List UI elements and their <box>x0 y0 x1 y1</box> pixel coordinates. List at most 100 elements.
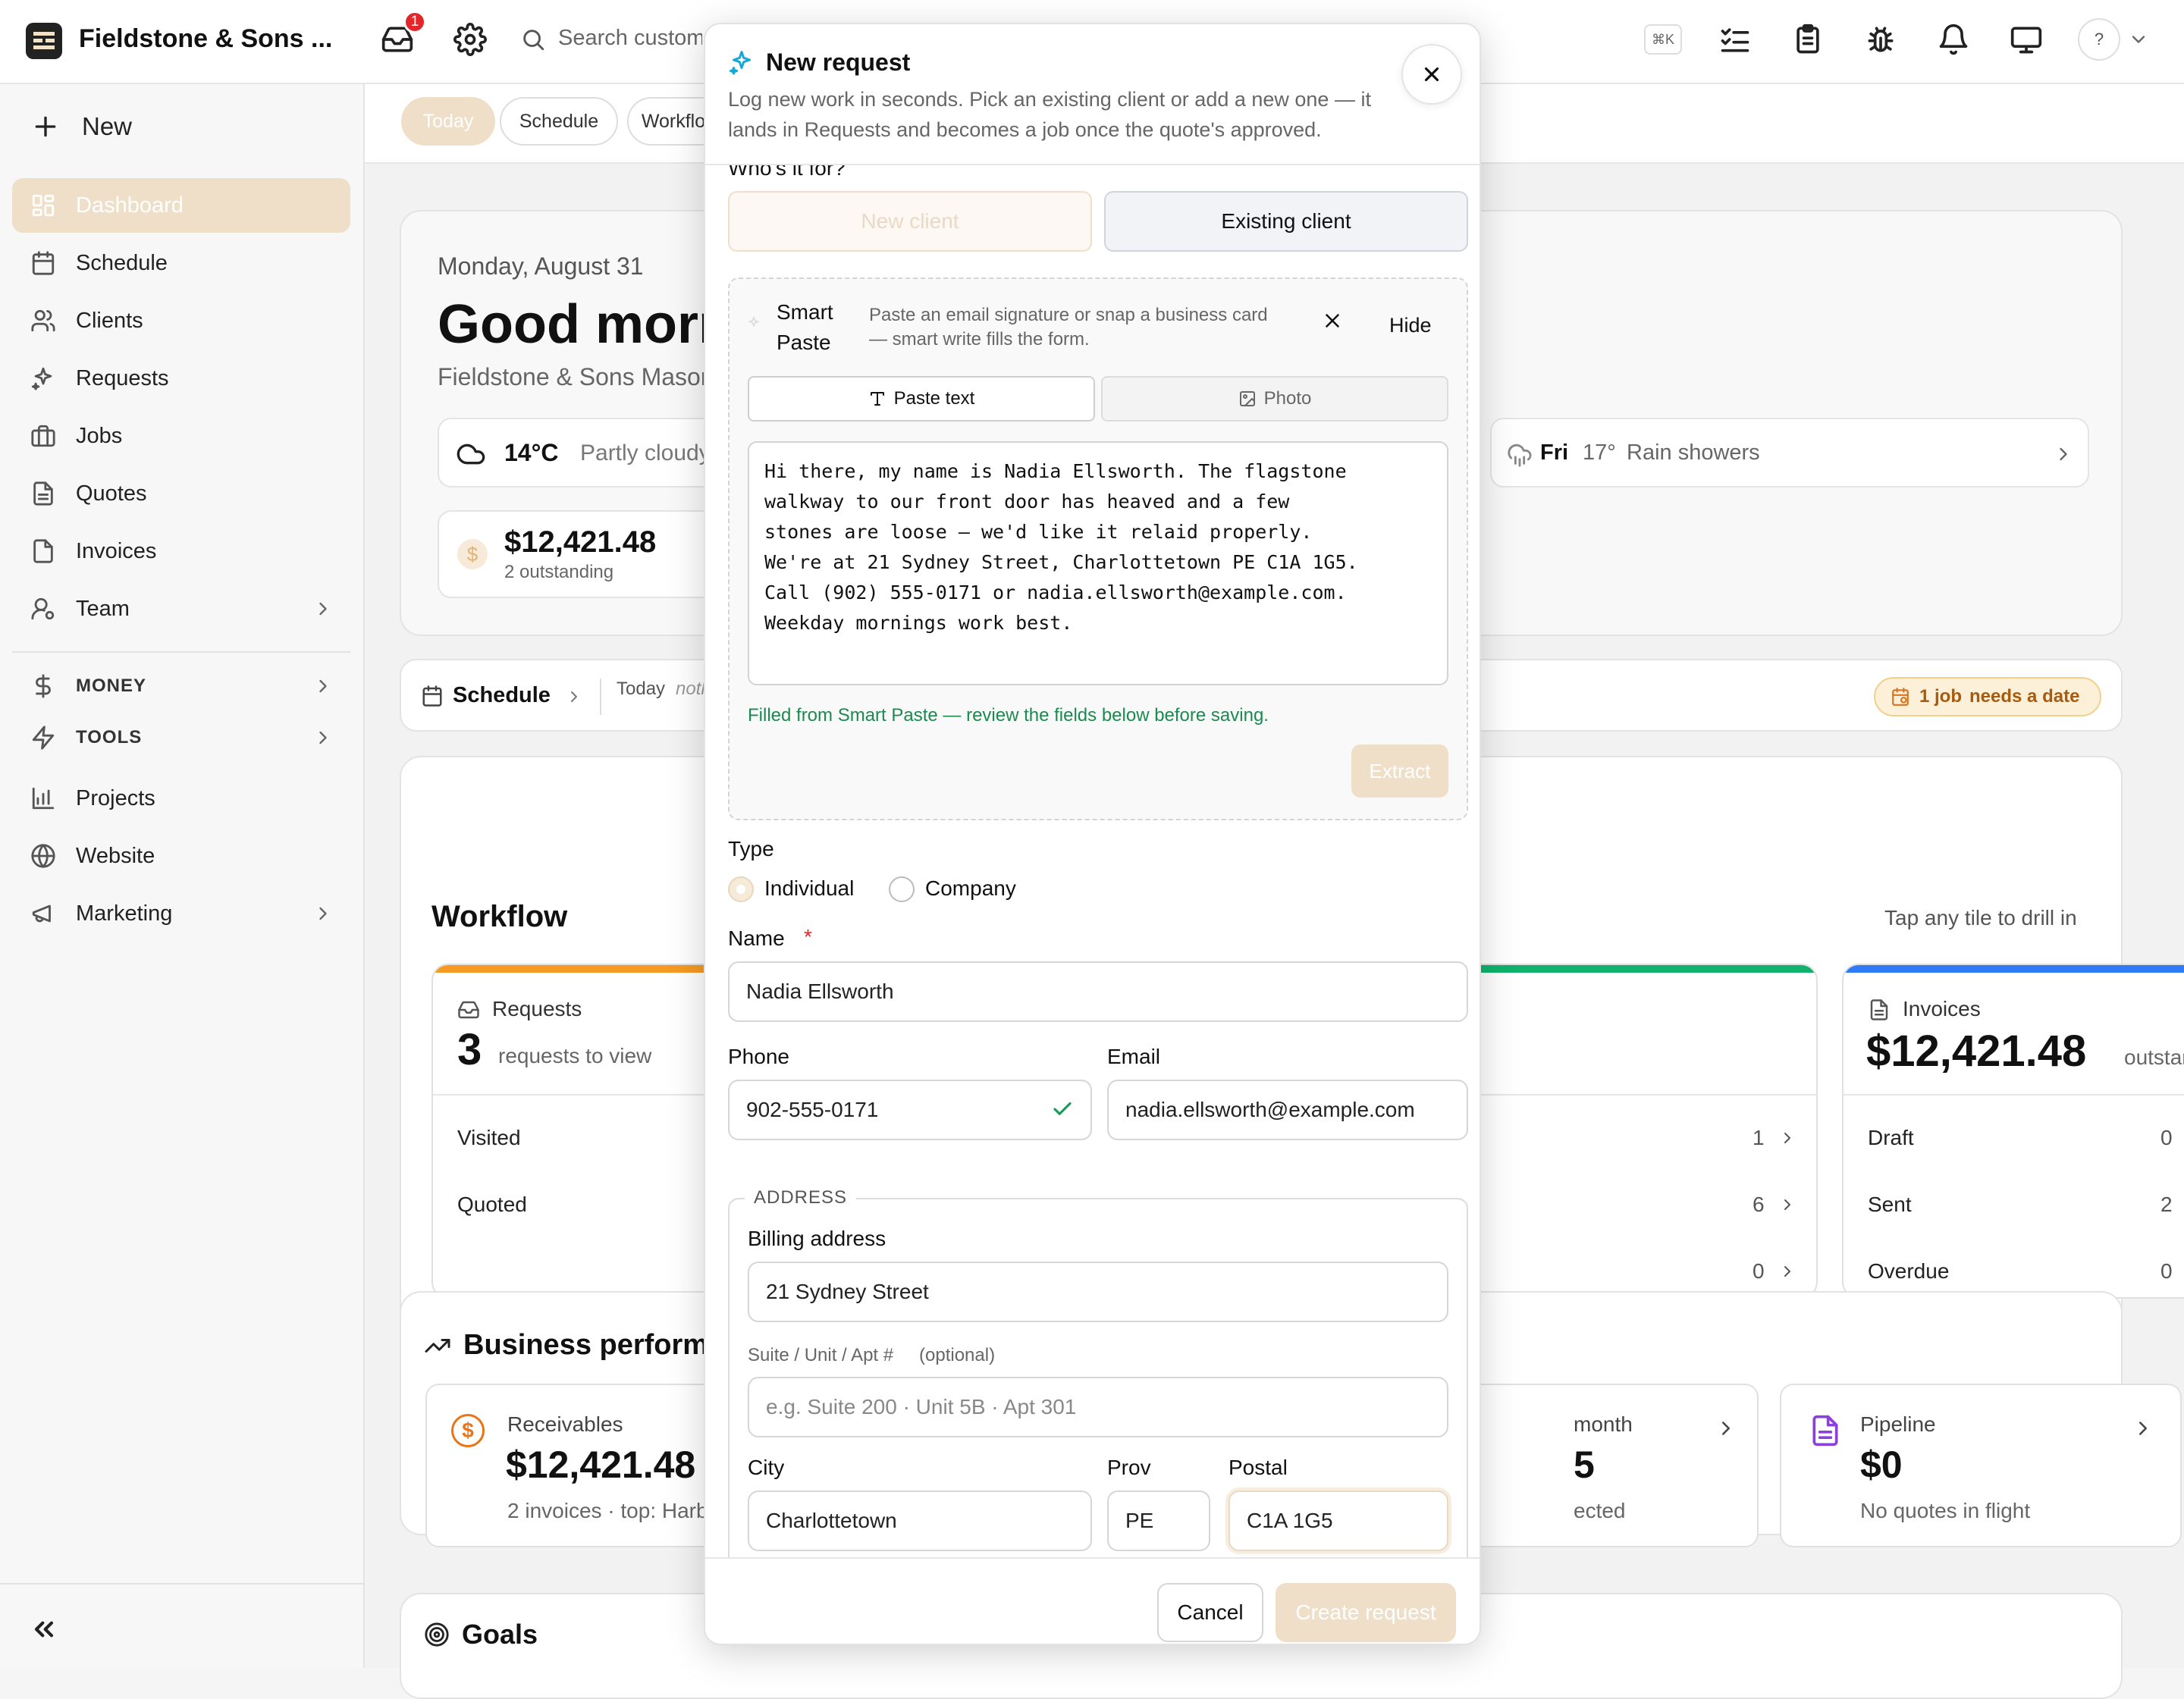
close-button[interactable] <box>1401 44 1462 105</box>
sidebar-item-dashboard[interactable]: Dashboard <box>12 178 350 233</box>
lightning-icon <box>32 726 55 750</box>
calendar-icon <box>422 685 442 707</box>
new-button[interactable]: New <box>30 111 132 142</box>
modal-footer-divider <box>705 1557 1480 1559</box>
jobs-row-value[interactable]: 6 <box>1753 1193 1765 1217</box>
chevron-down-icon[interactable] <box>2128 29 2149 50</box>
monitor-icon[interactable] <box>2010 23 2043 56</box>
pipeline-amount: $0 <box>1860 1444 1903 1486</box>
new-client-button[interactable]: New client <box>728 191 1092 252</box>
postal-field[interactable]: C1A 1G5 <box>1228 1491 1448 1551</box>
cancel-button[interactable]: Cancel <box>1157 1583 1263 1642</box>
sidebar-section-tools[interactable]: TOOLS <box>12 715 350 760</box>
jobs-tile[interactable]: 1 6 0 <box>1448 964 1818 1299</box>
email-field[interactable]: nadia.ellsworth@example.com <box>1107 1080 1468 1140</box>
tab-today[interactable]: Today <box>401 97 495 146</box>
invoices-tile[interactable]: Invoices $12,421.48 outstanding Draft 0 … <box>1842 964 2184 1299</box>
receivables-tile[interactable]: $ Receivables $12,421.48 2 invoices · to… <box>425 1384 744 1547</box>
rain-cloud-icon <box>1508 444 1532 467</box>
tile-divider <box>1844 1094 2184 1096</box>
type-individual-radio[interactable] <box>728 876 754 902</box>
weather-fri-desc: Rain showers <box>1627 440 1760 465</box>
whos-for-label: Who's it for? <box>728 165 846 180</box>
sidebar-item-requests[interactable]: Requests <box>12 351 350 406</box>
sidebar-item-marketing[interactable]: Marketing <box>12 886 350 941</box>
needs-date-badge[interactable]: 1 job needs a date <box>1874 677 2101 716</box>
needs-date-count: 1 job <box>1919 686 1963 707</box>
collapse-sidebar-icon[interactable] <box>29 1614 59 1644</box>
checklist-icon[interactable] <box>1718 23 1752 56</box>
sidebar-item-projects[interactable]: Projects <box>12 771 350 826</box>
requests-count: 3 <box>457 1025 482 1074</box>
name-label: Name <box>728 926 785 950</box>
invoices-row-overdue[interactable]: Overdue <box>1868 1259 1949 1284</box>
weather-fri-card[interactable]: Fri 17° Rain showers <box>1490 418 2089 487</box>
help-avatar[interactable]: ? <box>2078 18 2120 61</box>
projects-icon <box>32 787 55 810</box>
chevron-right-icon <box>1784 1266 1790 1277</box>
modal-subtitle-line-2: lands in Requests and becomes a job once… <box>728 118 1322 141</box>
type-individual-label[interactable]: Individual <box>764 876 854 901</box>
jobs-row-value[interactable]: 1 <box>1753 1126 1765 1150</box>
modal-scroll-area[interactable]: Who's it for? New client Existing client… <box>705 165 1480 1557</box>
bug-icon[interactable] <box>1864 23 1897 56</box>
user-gear-icon <box>31 597 55 620</box>
tab-schedule[interactable]: Schedule <box>500 97 618 146</box>
sidebar-item-clients[interactable]: Clients <box>12 293 350 348</box>
command-kbd[interactable]: ⌘K <box>1644 24 1682 55</box>
new-button-label: New <box>82 112 133 140</box>
requests-tile-label: Requests <box>492 997 582 1020</box>
goals-title: Goals <box>462 1619 538 1650</box>
gear-icon[interactable] <box>453 23 487 56</box>
billing-address-field[interactable]: 21 Sydney Street <box>748 1262 1448 1322</box>
paste-textarea[interactable]: Hi there, my name is Nadia Ellsworth. Th… <box>748 441 1448 685</box>
smart-paste-dismiss[interactable] <box>1321 309 1348 337</box>
phone-field[interactable]: 902-555-0171 <box>728 1080 1092 1140</box>
sidebar-item-schedule[interactable]: Schedule <box>12 236 350 290</box>
sidebar-item-jobs[interactable]: Jobs <box>12 409 350 463</box>
extract-button[interactable]: Extract <box>1351 744 1448 798</box>
outstanding-card[interactable]: $ $12,421.48 2 outstanding <box>438 510 766 598</box>
dollar-circle-icon: $ <box>457 539 488 569</box>
requests-row-visited[interactable]: Visited <box>457 1126 521 1150</box>
clipboard-icon[interactable] <box>1791 23 1825 56</box>
tab-paste-text[interactable]: Paste text <box>748 376 1095 422</box>
jobs-row-value[interactable]: 0 <box>1753 1259 1765 1284</box>
tab-photo[interactable]: Photo <box>1101 376 1448 422</box>
chevron-right-icon <box>1784 1199 1790 1210</box>
document-icon <box>33 481 53 506</box>
prov-field[interactable]: PE <box>1107 1491 1210 1551</box>
requests-row-quoted[interactable]: Quoted <box>457 1193 527 1217</box>
globe-icon <box>31 844 55 868</box>
sidebar-item-quotes[interactable]: Quotes <box>12 466 350 521</box>
month-label: month <box>1574 1412 1633 1436</box>
sidebar-item-label: Team <box>76 596 130 621</box>
existing-client-button[interactable]: Existing client <box>1104 191 1468 252</box>
sidebar-item-team[interactable]: Team <box>12 581 350 636</box>
bell-icon[interactable] <box>1937 23 1970 56</box>
city-field[interactable]: Charlottetown <box>748 1491 1092 1551</box>
pipeline-tile[interactable]: Pipeline $0 No quotes in flight <box>1780 1384 2182 1547</box>
company-logo[interactable] <box>26 23 62 59</box>
type-company-label[interactable]: Company <box>925 876 1016 901</box>
company-name[interactable]: Fieldstone & Sons ... <box>79 24 332 54</box>
search-input[interactable]: Search customers <box>558 26 702 51</box>
workflow-title: Workflow <box>431 900 568 933</box>
sidebar-item-website[interactable]: Website <box>12 829 350 883</box>
invoices-sub: outstanding <box>2124 1045 2184 1069</box>
create-request-button[interactable]: Create request <box>1276 1583 1456 1642</box>
smart-paste-filled-note: Filled from Smart Paste — review the fie… <box>748 705 1269 726</box>
sidebar-item-label: Marketing <box>76 901 173 926</box>
invoices-row-sent[interactable]: Sent <box>1868 1193 1912 1217</box>
smart-paste-hide[interactable]: Hide <box>1389 314 1432 337</box>
sidebar-item-invoices[interactable]: Invoices <box>12 524 350 578</box>
invoices-row-draft[interactable]: Draft <box>1868 1126 1914 1150</box>
inbox-badge: 1 <box>403 11 426 33</box>
suite-field[interactable]: e.g. Suite 200 · Unit 5B · Apt 301 <box>748 1377 1448 1437</box>
requests-tile[interactable]: Requests 3 requests to view Visited Quot… <box>431 964 720 1299</box>
smart-paste-desc-line-2: — smart write fills the form. <box>869 329 1090 350</box>
sidebar-section-money[interactable]: MONEY <box>12 663 350 709</box>
chevron-right-icon <box>319 731 327 744</box>
type-company-radio[interactable] <box>889 876 915 902</box>
name-field[interactable]: Nadia Ellsworth <box>728 961 1468 1022</box>
